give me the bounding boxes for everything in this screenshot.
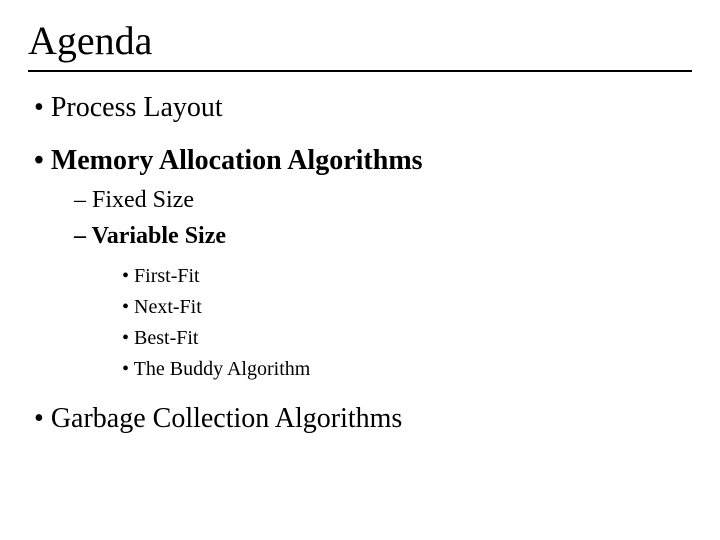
item-text: Variable Size: [92, 223, 226, 249]
slide-title: Agenda: [28, 18, 692, 64]
item-text: First-Fit: [134, 265, 200, 287]
bullet-list-level1: Process Layout Memory Allocation Algorit…: [28, 90, 692, 436]
list-item: First-Fit: [122, 263, 692, 290]
list-item: Best-Fit: [122, 325, 692, 352]
item-text: Process Layout: [51, 92, 223, 123]
list-item: Memory Allocation Algorithms Fixed Size …: [34, 143, 692, 383]
item-text: Best-Fit: [134, 327, 198, 349]
item-text: Memory Allocation Algorithms: [51, 145, 423, 176]
list-item: Next-Fit: [122, 294, 692, 321]
list-item: The Buddy Algorithm: [122, 356, 692, 383]
slide: Agenda Process Layout Memory Allocation …: [0, 0, 720, 540]
list-item: Fixed Size: [74, 184, 692, 216]
list-item: Process Layout: [34, 90, 692, 125]
list-item: Variable Size First-Fit Next-Fit Best-Fi…: [74, 220, 692, 382]
item-text: The Buddy Algorithm: [134, 358, 311, 380]
item-text: Next-Fit: [134, 296, 202, 318]
list-item: Garbage Collection Algorithms: [34, 401, 692, 436]
item-text: Fixed Size: [92, 187, 194, 213]
item-text: Garbage Collection Algorithms: [51, 403, 403, 434]
bullet-list-level3: First-Fit Next-Fit Best-Fit The Buddy Al…: [122, 263, 692, 383]
title-underline: [28, 70, 692, 72]
bullet-list-level2: Fixed Size Variable Size First-Fit Next-…: [74, 184, 692, 383]
